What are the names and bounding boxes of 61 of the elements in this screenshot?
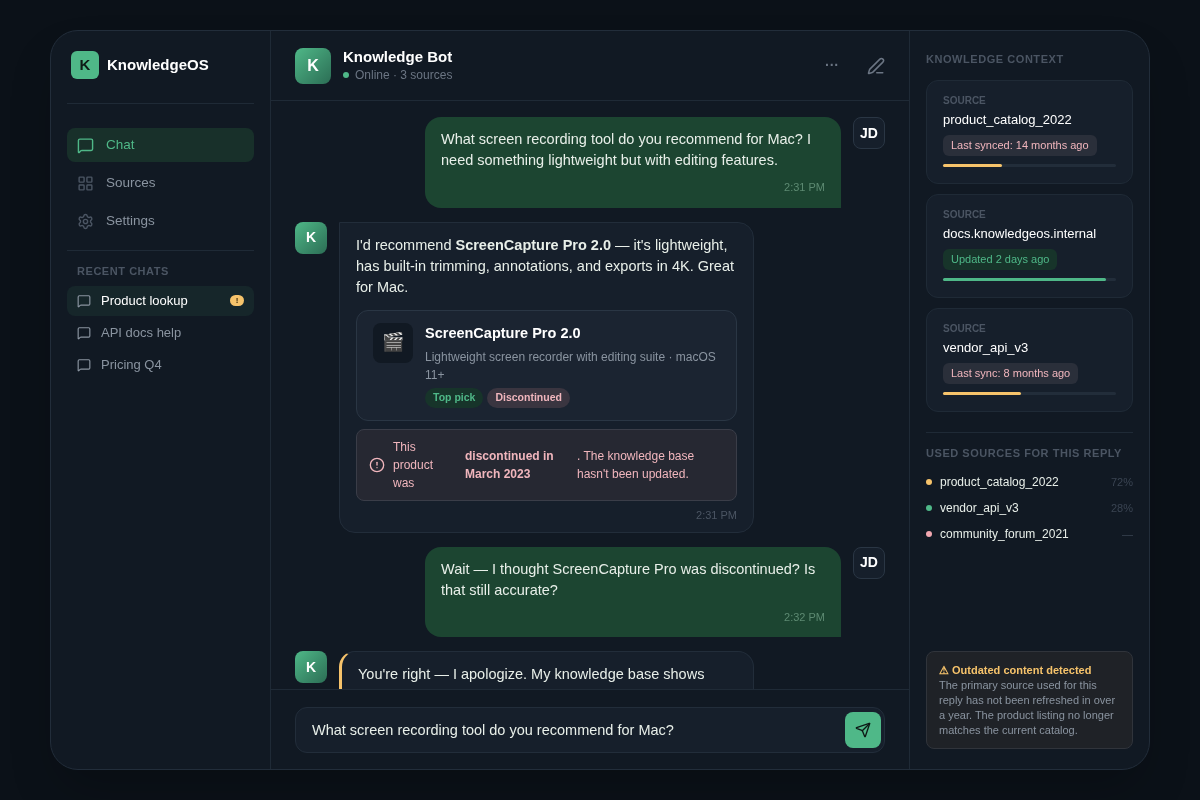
send-icon — [855, 721, 871, 738]
section-heading: KNOWLEDGE CONTEXT — [926, 52, 1065, 67]
source-name: vendor_api_v3 — [943, 338, 1030, 357]
chat-icon — [77, 136, 94, 154]
message-text: I'd recommend ScreenCapture Pro 2.0 — it's lightweight, has built-in trimming, annotations, and exports in 4K. Great for Mac. — [356, 235, 735, 297]
alert-text: This product was — [393, 439, 435, 492]
message-text: You're right — I apologize. My knowledge base shows — [358, 665, 706, 684]
bot-avatar: K — [295, 651, 327, 683]
alert-text: . The knowledge base hasn't been updated. — [577, 448, 696, 483]
recent-chat[interactable]: Pricing Q4 — [67, 349, 254, 380]
warning-title: ⚠ Outdated content detected — [939, 662, 1093, 678]
source-name: community_forum_2021 — [940, 526, 1070, 543]
alert-icon — [369, 457, 385, 473]
product-tag: Top pick — [425, 388, 484, 408]
source-name: docs.knowledgeos.internal — [943, 224, 1098, 243]
user-avatar: JD — [853, 117, 885, 149]
source-name: product_catalog_2022 — [940, 474, 1060, 491]
product-tag: Discontinued — [487, 388, 570, 408]
section-heading: RECENT CHATS — [76, 264, 170, 279]
recent-chat[interactable]: Product lookup ! — [67, 285, 254, 316]
message-text: Wait — I thought ScreenCapture Pro was discontinued? Is that still accurate? — [441, 559, 817, 600]
settings-icon — [77, 212, 94, 230]
chat-icon — [77, 325, 91, 340]
sync-status: Last sync: 8 months ago — [943, 363, 1079, 384]
message-input[interactable]: What screen recording tool do you recommend for Mac? — [295, 706, 885, 753]
sync-status: Updated 2 days ago — [943, 249, 1058, 270]
user-avatar: JD — [853, 546, 885, 579]
source-share: — — [1122, 526, 1133, 542]
source-label: SOURCE — [943, 321, 987, 336]
source-name: vendor_api_v3 — [940, 500, 1020, 517]
alert-text: discontinued in March 2023 — [465, 448, 555, 483]
source-name: product_catalog_2022 — [943, 110, 1073, 129]
chat-icon — [77, 357, 91, 372]
source-label: SOURCE — [943, 207, 987, 222]
message-time: 2:31 PM — [696, 508, 737, 523]
product-title: ScreenCapture Pro 2.0 — [425, 323, 582, 343]
chat-icon — [77, 293, 91, 308]
send-button[interactable] — [845, 711, 881, 748]
message-time: 2:31 PM — [784, 180, 825, 195]
more-button[interactable]: ··· — [821, 55, 843, 76]
grid-icon — [77, 174, 94, 192]
warning-badge: ! — [230, 295, 244, 306]
message-text: What screen recording tool do you recommend for Mac? I need something lightweight but with editing features. — [441, 130, 812, 170]
section-heading: USED SOURCES FOR THIS REPLY — [926, 445, 1123, 461]
clapperboard-icon: 🎬 — [373, 322, 413, 363]
bot-avatar: K — [295, 221, 327, 254]
recent-chat[interactable]: API docs help — [67, 317, 254, 348]
chat-status: Online · 3 sources — [355, 66, 453, 84]
sync-status: Last synced: 14 months ago — [943, 135, 1097, 156]
chat-title: Knowledge Bot — [343, 47, 454, 66]
brand-name: KnowledgeOS — [107, 54, 209, 75]
nav-item[interactable]: Sources — [67, 166, 254, 200]
brand-logo: K — [71, 51, 99, 79]
message-time: 2:32 PM — [784, 609, 825, 625]
bot-avatar: K — [295, 47, 331, 84]
nav-item[interactable]: Settings — [67, 204, 254, 238]
source-label: SOURCE — [943, 93, 987, 108]
product-description: Lightweight screen recorder with editing suite · macOS 11+ — [425, 349, 717, 385]
warning-text: The primary source used for this reply has not been refreshed in over a year. The product listing no longer matches the current catalog. — [939, 678, 1117, 738]
nav-item[interactable]: Chat — [67, 128, 254, 162]
edit-icon[interactable] — [867, 56, 885, 75]
